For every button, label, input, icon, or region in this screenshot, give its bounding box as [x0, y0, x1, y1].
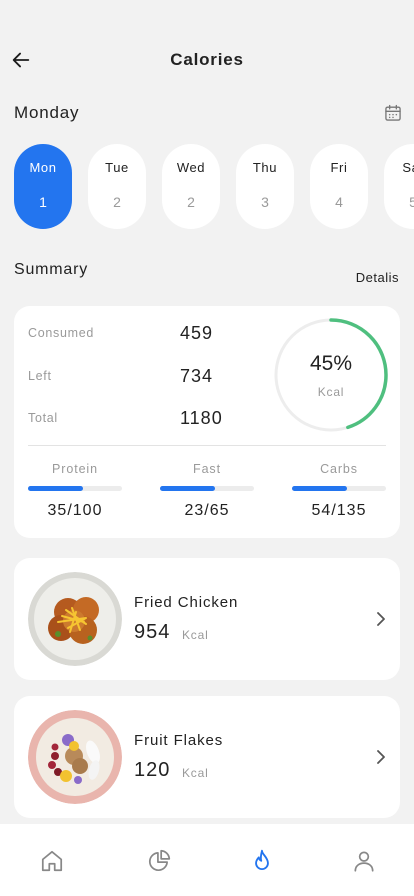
- divider: [28, 445, 386, 446]
- food-kcal-unit: Kcal: [182, 766, 209, 780]
- day-pill-fri[interactable]: Fri 4: [310, 144, 368, 229]
- header: Calories: [0, 0, 414, 100]
- bar-fill: [28, 486, 83, 491]
- chevron-right-icon: [377, 750, 385, 764]
- food-kcal-unit: Kcal: [182, 628, 209, 642]
- macro-progress-bar: [28, 486, 122, 491]
- selected-day-label: Monday: [14, 103, 80, 122]
- macro-progress-bar: [292, 486, 386, 491]
- stat-left: Left 734: [28, 366, 268, 386]
- home-icon[interactable]: [39, 848, 65, 874]
- chevron-right-icon: [377, 612, 385, 626]
- summary-title: Summary: [14, 261, 89, 278]
- food-item-fruit-flakes[interactable]: Fruit Flakes 120 Kcal: [14, 696, 400, 818]
- macro-carbs: Carbs 54/135: [292, 462, 386, 520]
- macro-fast: Fast 23/65: [160, 462, 254, 520]
- day-date: 2: [187, 194, 195, 210]
- fried-chicken-photo: [28, 572, 122, 666]
- macro-value: 35/100: [47, 502, 103, 519]
- fruit-bowl-photo: [28, 710, 122, 804]
- macro-value: 23/65: [184, 502, 230, 519]
- stat-label: Consumed: [28, 326, 95, 340]
- progress-percent: 45%: [309, 352, 353, 375]
- stat-value: 1180: [180, 408, 223, 428]
- day-selector: Mon 1 Tue 2 Wed 2 Thu 3 Fri 4 Sat 5: [14, 144, 414, 230]
- stat-consumed: Consumed 459: [28, 323, 268, 343]
- day-date: 2: [113, 194, 121, 210]
- details-link[interactable]: Detalis: [356, 270, 399, 285]
- day-pill-mon[interactable]: Mon 1: [14, 144, 72, 229]
- pie-chart-icon[interactable]: [146, 848, 172, 874]
- progress-unit: Kcal: [317, 385, 345, 399]
- bar-fill: [160, 486, 215, 491]
- day-name: Sat: [402, 160, 414, 175]
- food-kcal: 120: [134, 759, 171, 781]
- bottom-tab-bar: [0, 824, 414, 896]
- day-pill-sat[interactable]: Sat 5: [384, 144, 414, 229]
- stat-total: Total 1180: [28, 408, 268, 428]
- day-name: Fri: [330, 160, 348, 175]
- stat-value: 734: [180, 366, 214, 386]
- macro-protein: Protein 35/100: [28, 462, 122, 520]
- flame-icon[interactable]: [249, 848, 275, 874]
- summary-card: Consumed 459 Left 734 Total 1180 45% Kca…: [14, 306, 400, 538]
- food-name: Fruit Flakes: [134, 732, 224, 749]
- macro-progress-bar: [160, 486, 254, 491]
- day-date: 5: [409, 194, 414, 210]
- calendar-icon[interactable]: [383, 103, 403, 123]
- day-name: Mon: [29, 160, 57, 175]
- stat-label: Total: [28, 411, 58, 425]
- day-name: Wed: [176, 160, 206, 175]
- page-title: Calories: [170, 50, 244, 69]
- food-item-fried-chicken[interactable]: Fried Chicken 954 Kcal: [14, 558, 400, 680]
- macro-label: Fast: [193, 462, 221, 476]
- macro-value: 54/135: [311, 502, 367, 519]
- food-name: Fried Chicken: [134, 594, 239, 611]
- stat-value: 459: [180, 323, 214, 343]
- day-date: 4: [335, 194, 343, 210]
- day-name: Thu: [252, 160, 278, 175]
- day-date: 3: [261, 194, 269, 210]
- bar-fill: [292, 486, 347, 491]
- macro-label: Carbs: [320, 462, 358, 476]
- day-pill-tue[interactable]: Tue 2: [88, 144, 146, 229]
- profile-icon[interactable]: [351, 848, 377, 874]
- day-pill-wed[interactable]: Wed 2: [162, 144, 220, 229]
- stat-label: Left: [28, 369, 52, 383]
- day-name: Tue: [105, 160, 129, 175]
- day-date: 1: [39, 194, 47, 210]
- macro-label: Protein: [52, 462, 98, 476]
- food-kcal: 954: [134, 621, 171, 643]
- day-pill-thu[interactable]: Thu 3: [236, 144, 294, 229]
